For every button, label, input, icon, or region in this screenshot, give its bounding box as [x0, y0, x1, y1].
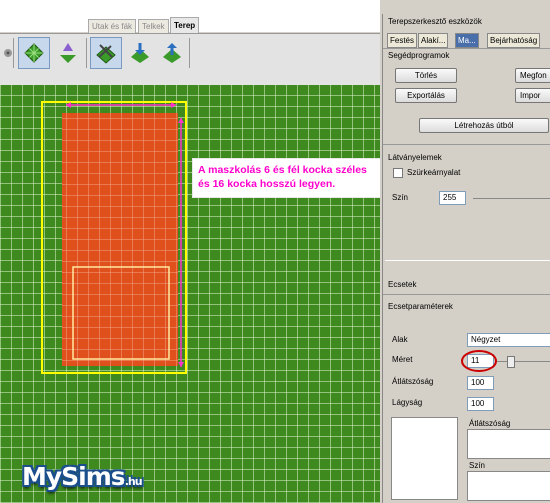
terrain-grid-icon[interactable]: [18, 37, 50, 69]
raise-terrain-icon[interactable]: [156, 37, 188, 69]
level-terrain-icon[interactable]: [124, 37, 156, 69]
mysims-logo: MySims.hu: [22, 462, 143, 491]
brush-params-title: Ecsetparaméterek: [388, 302, 453, 311]
toolbar-divider: [13, 38, 14, 68]
terrain-tools-panel: Terepszerkesztő eszközök Festés Alakí...…: [382, 14, 550, 503]
color-label: Szín: [392, 193, 409, 202]
tab-paint[interactable]: Festés: [387, 33, 418, 48]
greyscale-label: Szürkeárnyalat: [407, 168, 461, 177]
mask-area: [62, 113, 178, 366]
open-button[interactable]: Megfon: [515, 68, 550, 83]
import-button[interactable]: Impor: [515, 88, 550, 103]
create-from-road-button[interactable]: Létrehozás útból: [419, 118, 549, 133]
tab-terrain[interactable]: Terep: [170, 17, 200, 34]
greyscale-checkbox[interactable]: [393, 168, 403, 178]
opacity-curve-box[interactable]: [467, 429, 550, 459]
helpers-title: Segédprogramok: [388, 51, 450, 60]
panel-title: Terepszerkesztő eszközök: [388, 17, 482, 26]
panel-divider: [385, 260, 550, 261]
tab-walkability[interactable]: Bejárhatóság: [487, 33, 541, 48]
color-slider-track[interactable]: [473, 198, 550, 199]
tab-lots[interactable]: Telkek: [138, 19, 169, 34]
annotation-box: A maszkolás 6 és fél kocka széles és 16 …: [192, 158, 380, 198]
opacity-label: Átlátszóság: [392, 377, 434, 386]
size-label: Méret: [392, 355, 413, 364]
smooth-icon[interactable]: [90, 37, 122, 69]
size-highlight-circle: [461, 350, 497, 372]
length-arrow-bottom-head: [178, 362, 184, 367]
flatten-icon[interactable]: [52, 37, 84, 69]
length-arrow-top-head: [178, 118, 184, 123]
terrain-canvas[interactable]: A maszkolás 6 és fél kocka széles és 16 …: [0, 85, 380, 503]
softness-value-field[interactable]: 100: [467, 397, 494, 411]
top-tab-strip: Utak és fák Telkek Terep: [0, 0, 380, 34]
panel-divider: [383, 48, 550, 49]
color-curve-box[interactable]: [467, 471, 550, 501]
opacity-value-field[interactable]: 100: [467, 376, 494, 390]
color-value-field[interactable]: 255: [439, 191, 466, 205]
tab-mask[interactable]: Ma...: [455, 33, 479, 48]
annotation-line-1: A maszkolás 6 és fél kocka széles: [198, 164, 367, 176]
size-slider-thumb[interactable]: [507, 356, 515, 368]
size-slider-track[interactable]: [495, 361, 550, 362]
shape-label: Alak: [392, 335, 408, 344]
brushes-title: Ecsetek: [388, 280, 417, 289]
toolbar-divider: [189, 38, 190, 68]
brush-preview: [391, 417, 458, 500]
shape-select[interactable]: Négyzet: [467, 333, 550, 347]
toolbar-divider: [86, 38, 87, 68]
color2-label: Szín: [469, 461, 486, 470]
opacity2-label: Átlátszóság: [469, 419, 511, 428]
visual-title: Látványelemek: [388, 153, 442, 162]
panel-divider: [383, 294, 550, 295]
panel-divider: [383, 144, 550, 145]
tab-shape[interactable]: Alakí...: [418, 33, 449, 48]
tab-roads-trees[interactable]: Utak és fák: [88, 19, 137, 34]
export-button[interactable]: Exportálás: [395, 88, 457, 103]
annotation-line-2: és 16 kocka hosszú legyen.: [198, 178, 336, 190]
terrain-toolbar: [0, 33, 380, 87]
delete-button[interactable]: Törlés: [395, 68, 457, 83]
terrain-overlay: [41, 101, 187, 374]
softness-label: Lágyság: [392, 398, 423, 407]
